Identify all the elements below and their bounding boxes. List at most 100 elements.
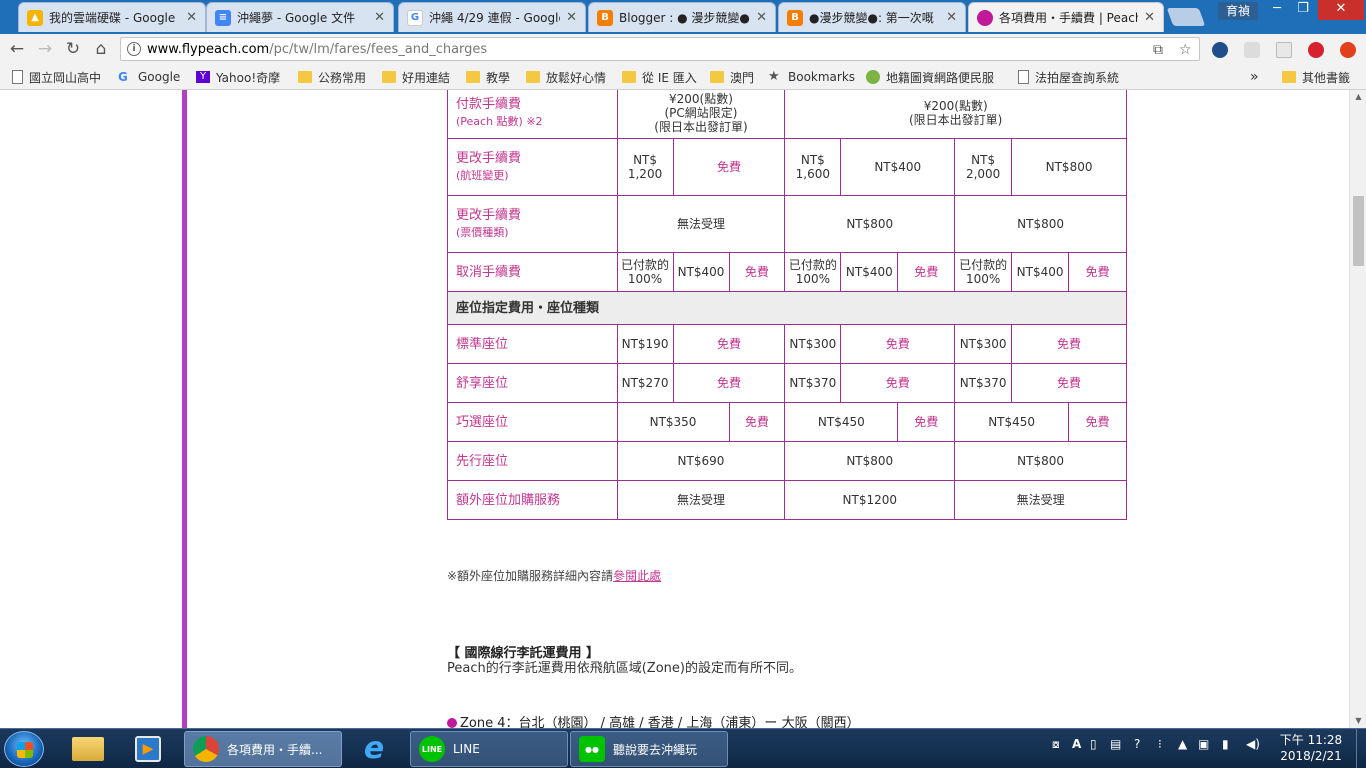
bookmark-item[interactable]: 國立岡山高中 [12, 69, 101, 85]
maximize-button[interactable]: ❐ [1288, 0, 1318, 20]
pinterest-icon[interactable] [1308, 42, 1324, 58]
blogger-icon: B [597, 9, 613, 26]
bookmark-item[interactable]: Y Yahoo!奇摩 [196, 69, 280, 85]
extension-shield-icon[interactable] [1244, 42, 1260, 58]
start-button[interactable] [4, 731, 44, 767]
tab-blogger[interactable]: B Blogger : ● 漫步競變● ✕ [588, 2, 776, 32]
row-label: 標準座位 [447, 324, 618, 364]
bookmark-item[interactable]: 教學 [466, 69, 510, 85]
info-icon[interactable]: i [127, 42, 141, 56]
bookmark-item[interactable]: G Google [118, 69, 180, 85]
home-icon[interactable]: ⌂ [90, 39, 112, 59]
folder-icon [526, 71, 540, 83]
tab-peach-fees[interactable]: 各項費用・手續費 | Peach ✕ [968, 2, 1164, 32]
table-section-row: 座位指定費用・座位種類 [447, 291, 1127, 325]
more-bookmarks-chevron-icon[interactable]: » [1250, 69, 1259, 85]
extension-page-icon[interactable] [1276, 42, 1292, 58]
blogger-icon: B [787, 9, 803, 26]
ime-mode-icon[interactable]: A [1072, 737, 1081, 751]
google-icon: G [118, 70, 128, 84]
table-cell: 免費 [1011, 324, 1127, 364]
taskbar-chrome[interactable]: 各項費用・手續... [184, 731, 342, 767]
bookmark-item[interactable]: 地籍圖資網路便民服 [866, 69, 1006, 85]
volume-icon[interactable]: ◀) [1246, 737, 1260, 751]
profile-button[interactable]: 育禎 [1218, 2, 1258, 20]
table-cell: NT$370 [784, 363, 842, 403]
device-icon[interactable]: ▣ [1198, 737, 1209, 751]
extension-e-icon[interactable] [1212, 42, 1228, 58]
see-here-link[interactable]: 參閱此處 [613, 569, 661, 583]
other-bookmarks[interactable]: 其他書籤 [1282, 69, 1350, 85]
row-label: 更改手續費 (航班變更) [447, 138, 618, 196]
back-arrow-icon[interactable]: ← [6, 39, 28, 59]
new-tab-button[interactable] [1166, 8, 1206, 26]
bookmark-item[interactable]: 從 IE 匯入 [622, 69, 697, 85]
tab-google-drive[interactable]: ▲ 我的雲端硬碟 - Google ✕ [18, 2, 206, 32]
address-bar[interactable]: i www.flypeach.com/pc/tw/lm/fares/fees_a… [120, 37, 1200, 61]
tab-title: 沖繩夢 - Google 文件 [237, 11, 356, 25]
forward-arrow-icon[interactable]: → [34, 39, 56, 59]
ime-icon[interactable]: ⧇ [1052, 737, 1060, 752]
decorative-side-bar [182, 90, 187, 728]
table-cell: NT$370 [954, 363, 1013, 403]
vertical-scrollbar[interactable]: ▲ ▼ [1349, 90, 1366, 728]
scroll-up-arrow-icon[interactable]: ▲ [1350, 90, 1366, 104]
close-icon[interactable]: ✕ [186, 10, 197, 25]
taskbar-line[interactable]: LINE LINE [410, 731, 568, 767]
scroll-down-arrow-icon[interactable]: ▼ [1350, 714, 1366, 728]
row-label: 巧選座位 [447, 402, 618, 442]
table-cell: NT$400 [672, 252, 730, 292]
system-clock[interactable]: 下午 11:28 2018/2/21 [1276, 732, 1346, 764]
file-explorer-icon[interactable] [62, 732, 114, 766]
table-cell: 已付款的 100% [954, 252, 1013, 292]
fees-table: 付款手續費 (Peach 點數) ※2 ¥200(點數) (PC網站限定) (限日本出… [447, 90, 1127, 520]
close-window-button[interactable]: ✕ [1318, 0, 1364, 20]
tray-expand-icon[interactable]: ▲ [1178, 737, 1187, 751]
scroll-thumb[interactable] [1353, 196, 1364, 266]
table-cell: 已付款的 100% [616, 252, 674, 292]
tab-google-docs[interactable]: ≡ 沖繩夢 - Google 文件 ✕ [206, 2, 394, 32]
ime-keyboard-icon[interactable]: ▤ [1110, 737, 1121, 751]
network-icon[interactable]: ▮ [1222, 737, 1229, 751]
close-icon[interactable]: ✕ [374, 10, 385, 25]
table-cell: 免費 [728, 402, 786, 442]
table-cell: 免費 [672, 324, 786, 364]
extension-arrow-icon[interactable] [1340, 42, 1356, 58]
section-header: 座位指定費用・座位種類 [447, 291, 1127, 325]
table-cell: 無法受理 [616, 480, 786, 520]
media-player-icon[interactable]: ▶ [122, 732, 174, 766]
bookmark-star-icon[interactable]: ☆ [1179, 42, 1192, 58]
show-desktop-button[interactable] [1356, 729, 1366, 768]
close-icon[interactable]: ✕ [566, 10, 577, 25]
line-group-icon: ●● [579, 736, 605, 762]
tab-google-search[interactable]: G 沖繩 4/29 連假 - Google ✕ [398, 2, 586, 32]
translate-icon[interactable]: ⧉ [1153, 42, 1163, 58]
table-cell: ¥200(點數) (PC網站限定) (限日本出發訂單) [616, 90, 786, 139]
table-cell: NT$ 2,000 [954, 138, 1013, 196]
bookmark-item[interactable]: 法拍屋查詢系統 [1018, 69, 1119, 85]
ime-options-icon[interactable]: ⁝ [1158, 737, 1162, 751]
tab-title: 沖繩 4/29 連假 - Google [429, 11, 561, 25]
reload-icon[interactable]: ↻ [62, 39, 84, 59]
close-icon[interactable]: ✕ [946, 10, 957, 25]
internet-explorer-icon[interactable]: e [348, 732, 400, 766]
table-cell: NT$450 [784, 402, 899, 442]
tab-title: ●漫步競變●: 第一次嘅 [809, 11, 934, 25]
close-icon[interactable]: ✕ [1144, 10, 1155, 25]
bookmark-item[interactable]: 好用連結 [382, 69, 450, 85]
star-icon: ★ [768, 69, 780, 84]
close-icon[interactable]: ✕ [756, 10, 767, 25]
browser-toolbar: ← → ↻ ⌂ i www.flypeach.com/pc/tw/lm/fare… [0, 34, 1366, 64]
bookmark-item[interactable]: 公務常用 [298, 69, 366, 85]
tab-blogger-post[interactable]: B ●漫步競變●: 第一次嘅 ✕ [778, 2, 966, 32]
bullet-dot-icon [447, 718, 457, 728]
bookmark-item[interactable]: ★ Bookmarks [768, 69, 855, 85]
bookmark-item[interactable]: 澳門 [710, 69, 754, 85]
bookmark-item[interactable]: 放鬆好心情 [526, 69, 606, 85]
table-cell: NT$400 [840, 138, 956, 196]
help-icon[interactable]: ? [1134, 737, 1140, 751]
ime-width-icon[interactable]: ▯ [1090, 737, 1097, 751]
taskbar-line-group[interactable]: ●● 聽說要去沖繩玩 [570, 731, 728, 767]
table-cell: NT$800 [954, 441, 1127, 481]
table-row: 巧選座位 NT$350 免費 NT$450 免費 NT$450 免費 [447, 402, 1127, 442]
